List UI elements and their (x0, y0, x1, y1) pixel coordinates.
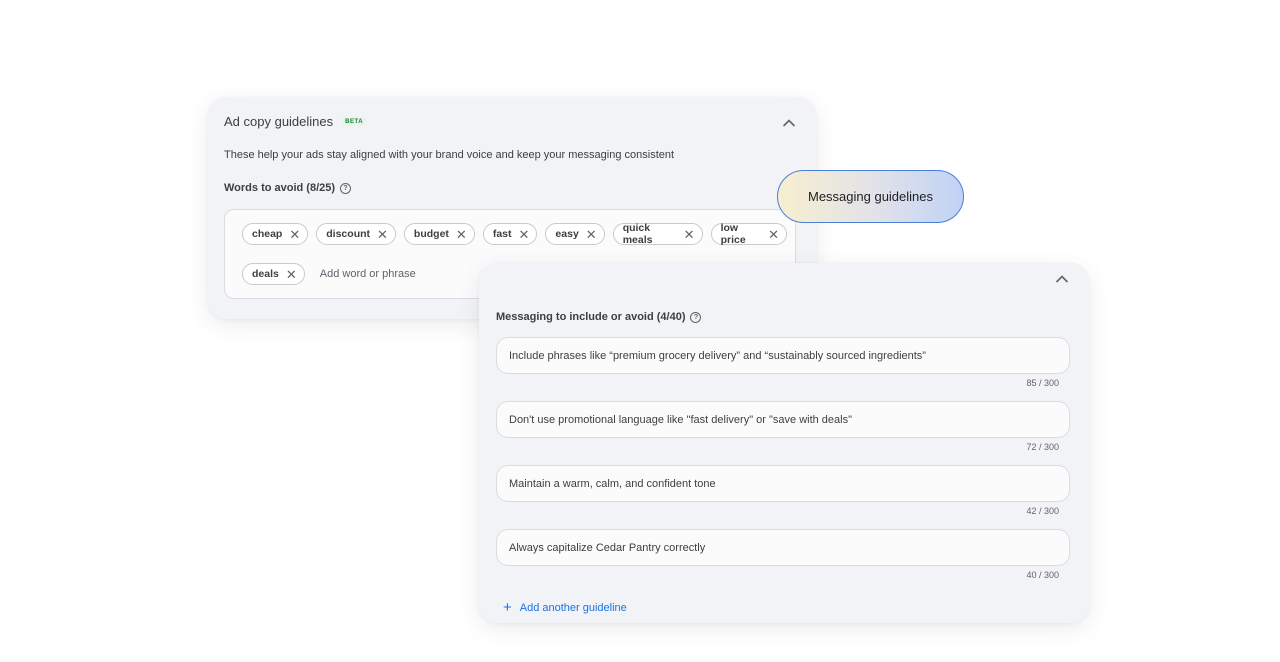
chip-row-1: cheap ✕ discount ✕ budget ✕ fast ✕ easy ✕ qui… (242, 222, 795, 246)
words-to-avoid-label: Words to avoid (8/25) (224, 182, 336, 194)
messaging-guidelines-card: Messaging to include or avoid (4/40) ? I… (479, 263, 1089, 623)
add-guideline-button[interactable]: + Add another guideline (503, 600, 627, 615)
guideline-field[interactable]: Include phrases like “premium grocery de… (496, 337, 1070, 374)
close-icon[interactable]: ✕ (456, 228, 467, 241)
word-chip[interactable]: discount ✕ (316, 223, 396, 245)
chip-label: quick meals (622, 222, 653, 246)
words-to-avoid-label-row: Words to avoid (8/25) ? (224, 182, 352, 194)
chip-label: budget (413, 228, 449, 240)
guideline-text: Maintain a warm, calm, and confident ton… (509, 477, 716, 490)
card-description: These help your ads stay aligned with yo… (224, 149, 675, 161)
chip-label: low price (720, 222, 746, 246)
guideline-text: Don't use promotional language like "fas… (509, 413, 853, 426)
character-counter: 72 / 300 (1026, 442, 1059, 452)
plus-icon: + (503, 599, 512, 616)
guideline-field[interactable]: Don't use promotional language like "fas… (496, 401, 1070, 438)
card-header: Ad copy guidelines BETA (224, 114, 367, 129)
character-counter: 42 / 300 (1026, 506, 1059, 516)
chip-label: deals (252, 268, 279, 280)
messaging-guidelines-callout: Messaging guidelines (777, 170, 964, 223)
guideline-text: Include phrases like “premium grocery de… (509, 349, 926, 362)
guideline-field[interactable]: Maintain a warm, calm, and confident ton… (496, 465, 1070, 502)
add-guideline-label: Add another guideline (519, 601, 627, 614)
character-counter: 85 / 300 (1026, 378, 1059, 388)
chevron-up-icon[interactable] (1055, 274, 1069, 284)
beta-badge: BETA (342, 117, 367, 126)
word-chip[interactable]: low price ✕ (710, 222, 787, 246)
chip-label: fast (492, 228, 512, 240)
chevron-up-icon[interactable] (782, 118, 796, 128)
close-icon[interactable]: ✕ (289, 228, 300, 241)
close-icon[interactable]: ✕ (768, 228, 779, 241)
close-icon[interactable]: ✕ (586, 228, 597, 241)
chip-label: discount (326, 228, 371, 240)
help-icon[interactable]: ? (690, 311, 702, 323)
word-chip[interactable]: easy ✕ (545, 223, 605, 245)
messaging-label-row: Messaging to include or avoid (4/40) ? (496, 311, 702, 323)
close-icon[interactable]: ✕ (519, 228, 530, 241)
chip-row-2: deals ✕ (242, 263, 470, 285)
word-chip[interactable]: quick meals ✕ (612, 222, 703, 246)
close-icon[interactable]: ✕ (286, 268, 297, 281)
close-icon[interactable]: ✕ (684, 228, 695, 241)
guideline-text: Always capitalize Cedar Pantry correctly (509, 541, 706, 554)
help-icon[interactable]: ? (340, 182, 352, 194)
character-counter: 40 / 300 (1026, 570, 1059, 580)
chip-label: easy (555, 228, 579, 240)
close-icon[interactable]: ✕ (377, 228, 388, 241)
callout-label: Messaging guidelines (807, 189, 934, 204)
messaging-section-label: Messaging to include or avoid (4/40) (496, 311, 686, 323)
add-word-input[interactable] (319, 268, 470, 280)
word-chip[interactable]: fast ✕ (482, 223, 538, 245)
guideline-field[interactable]: Always capitalize Cedar Pantry correctly (496, 529, 1070, 566)
card-title: Ad copy guidelines (224, 114, 334, 129)
word-chip[interactable]: cheap ✕ (242, 223, 309, 245)
word-chip[interactable]: budget ✕ (403, 223, 475, 245)
word-chip[interactable]: deals ✕ (242, 263, 305, 285)
chip-label: cheap (252, 228, 283, 240)
